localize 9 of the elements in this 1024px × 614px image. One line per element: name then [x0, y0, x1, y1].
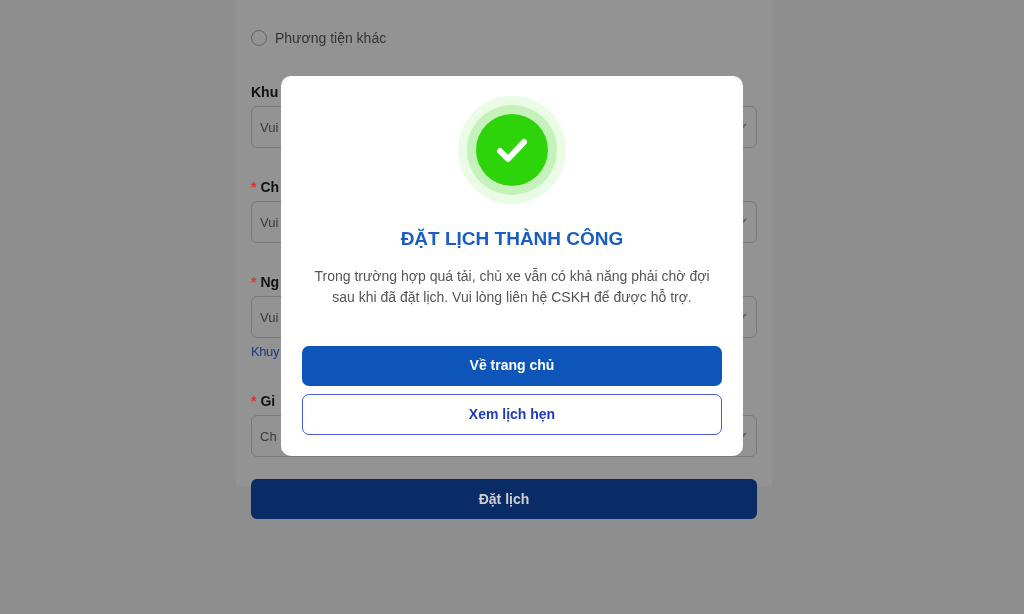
required-mark: *	[251, 179, 257, 195]
dialog-title: ĐẶT LỊCH THÀNH CÔNG	[399, 227, 625, 251]
required-mark: *	[251, 393, 257, 409]
field-label: Ch	[260, 179, 280, 195]
dialog-message: Trong trường hợp quá tải, chủ xe vẫn có khả năng phải chờ đợi sau khi đã đặt lịch. Vui lòng liên hệ CSKH để được hỗ trợ.	[313, 266, 711, 308]
field-label: Gi	[260, 393, 276, 409]
field-label: Ng	[260, 274, 280, 290]
field-label: Khu	[251, 84, 279, 100]
required-mark: *	[251, 274, 257, 290]
